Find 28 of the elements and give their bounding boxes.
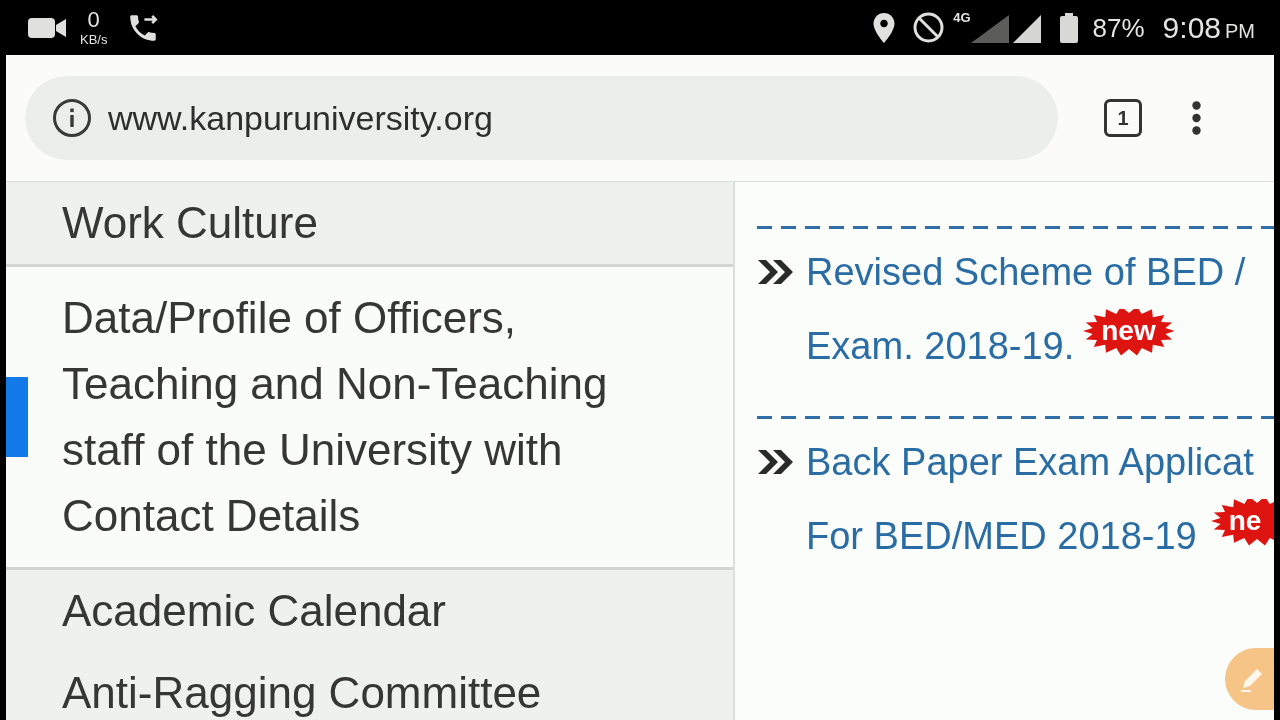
pencil-icon: [1239, 666, 1265, 692]
notice-link[interactable]: Back Paper Exam Applicat: [806, 425, 1254, 499]
starburst-badge: ne: [1210, 499, 1274, 546]
info-icon[interactable]: [52, 98, 92, 138]
notice-link[interactable]: Exam. 2018-19.: [806, 309, 1075, 383]
active-marker-icon: [6, 377, 28, 457]
double-chevron-icon: [757, 257, 795, 287]
menu-item[interactable]: Data/Profile of Officers, Teaching and Non-Teaching staff of the University with Contact Details: [6, 264, 733, 570]
video-camera-icon: [28, 15, 66, 40]
url-text: www.kanpuruniversity.org: [108, 98, 493, 138]
battery-icon: [1058, 12, 1079, 43]
notice-link[interactable]: Revised Scheme of BED /: [806, 235, 1246, 309]
notice-link[interactable]: For BED/MED 2018-19: [806, 499, 1197, 573]
address-field[interactable]: www.kanpuruniversity.org: [25, 76, 1058, 160]
clock-period: PM: [1225, 20, 1255, 41]
network-type-label: 4G: [953, 11, 971, 24]
network-speed-unit: KB/s: [80, 33, 108, 46]
starburst-badge: new: [1083, 309, 1174, 356]
blocked-circle-icon: [913, 12, 945, 43]
double-chevron-icon: [757, 447, 795, 477]
overflow-menu-button[interactable]: [1192, 101, 1201, 135]
network-speed-value: 0: [87, 9, 100, 31]
location-pin-icon: [872, 12, 897, 43]
tab-switcher-button[interactable]: 1: [1104, 99, 1142, 137]
battery-percentage: 87%: [1092, 14, 1145, 41]
signal-icon: [970, 12, 1041, 43]
more-vertical-icon: [1192, 101, 1201, 135]
clock-time: 9:08: [1162, 12, 1221, 43]
